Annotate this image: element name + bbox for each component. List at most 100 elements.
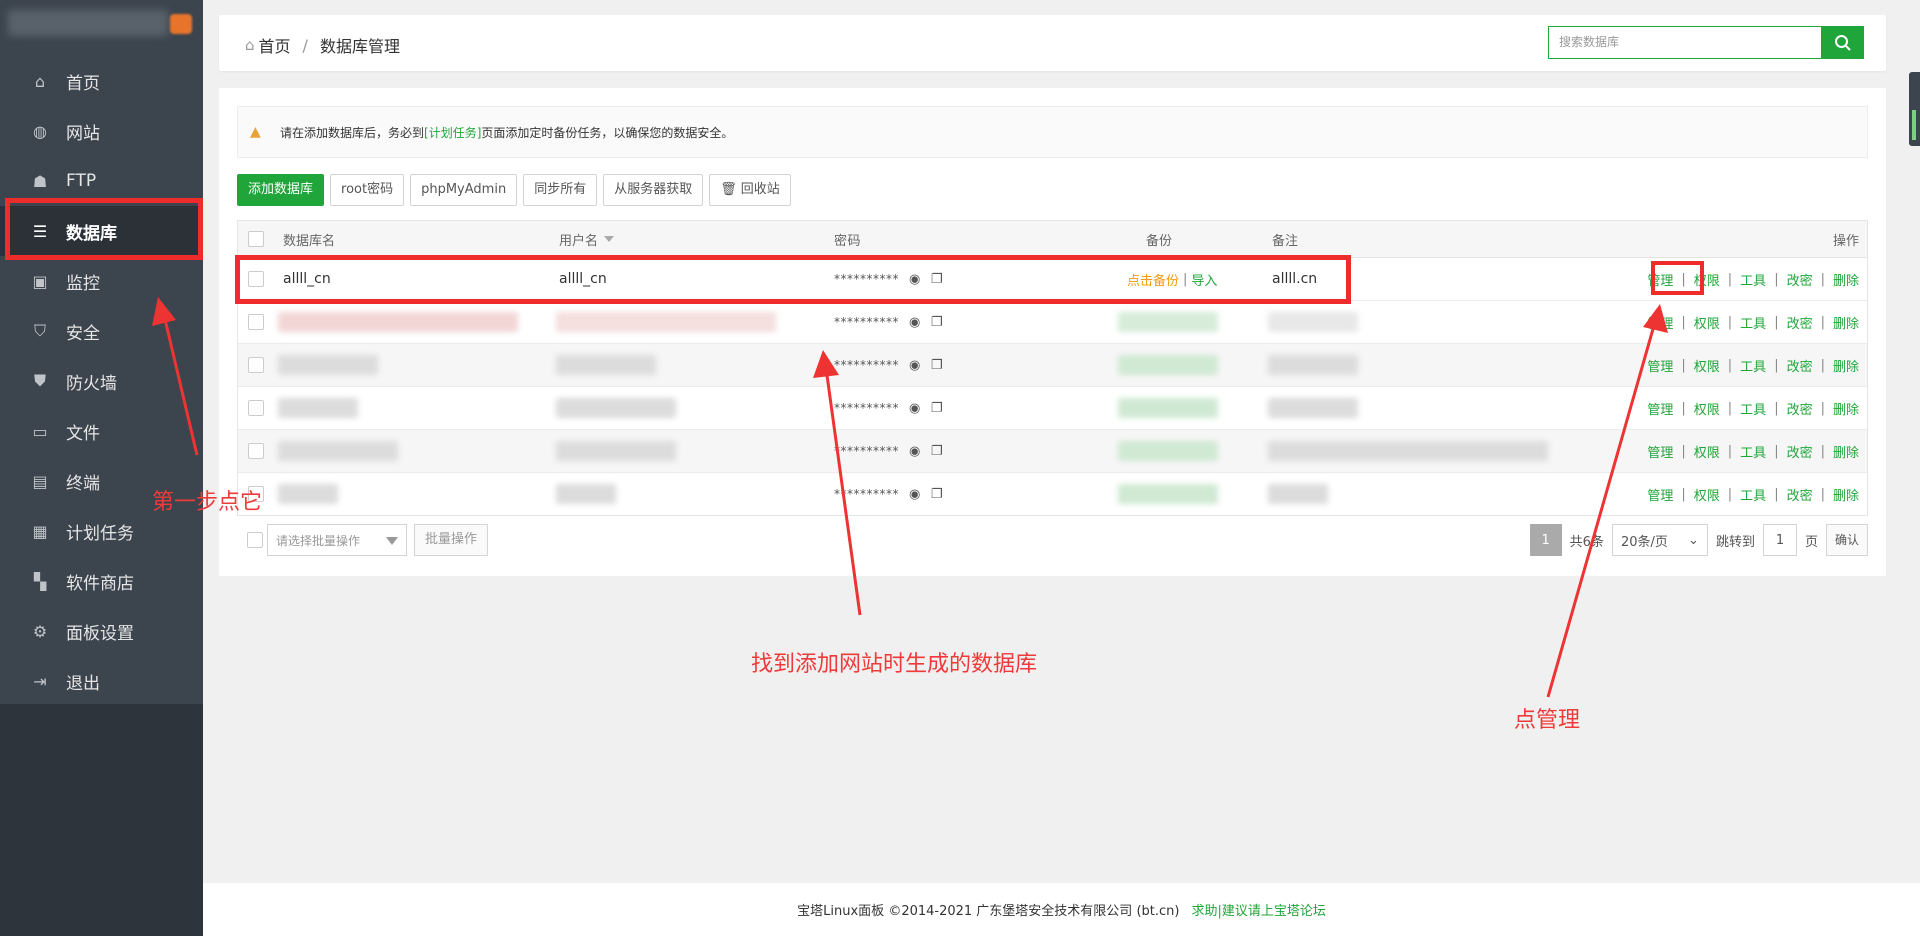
password-mask: ********** xyxy=(834,401,899,415)
col-name[interactable]: 数据库名 xyxy=(283,221,335,257)
row-checkbox[interactable] xyxy=(248,271,264,287)
tools-link[interactable]: 工具 xyxy=(1740,313,1766,332)
sidebar-item-database[interactable]: ☰ 数据库 xyxy=(0,206,203,256)
delete-link[interactable]: 删除 xyxy=(1833,399,1859,418)
import-link[interactable]: 导入 xyxy=(1191,270,1217,289)
jump-page-input[interactable]: 1 xyxy=(1762,524,1797,556)
sidebar-item-monitor[interactable]: ▣ 监控 xyxy=(0,256,203,306)
select-all-checkbox[interactable] xyxy=(248,231,264,247)
copy-icon[interactable]: ❐ xyxy=(931,272,943,287)
change-password-link[interactable]: 改密 xyxy=(1787,485,1813,504)
batch-operation-select[interactable]: 请选择批量操作 xyxy=(267,524,407,556)
chevron-down-icon: ⌄ xyxy=(1688,532,1699,548)
manage-link[interactable]: 管理 xyxy=(1647,442,1673,461)
row-checkbox[interactable] xyxy=(248,357,264,373)
delete-link[interactable]: 删除 xyxy=(1833,442,1859,461)
permission-link[interactable]: 权限 xyxy=(1694,270,1720,289)
manage-link[interactable]: 管理 xyxy=(1647,485,1673,504)
eye-icon[interactable]: ◉ xyxy=(909,444,921,459)
tools-link[interactable]: 工具 xyxy=(1740,270,1766,289)
change-password-link[interactable]: 改密 xyxy=(1787,270,1813,289)
eye-icon[interactable]: ◉ xyxy=(909,401,921,416)
change-password-link[interactable]: 改密 xyxy=(1787,399,1813,418)
tools-link[interactable]: 工具 xyxy=(1740,356,1766,375)
copy-icon[interactable]: ❐ xyxy=(931,487,943,502)
copy-icon[interactable]: ❐ xyxy=(931,444,943,459)
sidebar-item-website[interactable]: ◍ 网站 xyxy=(0,106,203,156)
eye-icon[interactable]: ◉ xyxy=(909,487,921,502)
shield-icon: ⛉ xyxy=(33,321,46,340)
home-icon[interactable]: ⌂ xyxy=(245,36,255,54)
backup-link[interactable]: 点击备份 xyxy=(1127,270,1179,289)
sidebar-item-ftp[interactable]: ☗ FTP xyxy=(0,156,203,206)
manage-link[interactable]: 管理 xyxy=(1647,399,1673,418)
sidebar-item-home[interactable]: ⌂ 首页 xyxy=(0,56,203,106)
sidebar-item-files[interactable]: ▭ 文件 xyxy=(0,406,203,456)
recycle-bin-label: 回收站 xyxy=(740,182,780,197)
copy-icon[interactable]: ❐ xyxy=(931,315,943,330)
row-checkbox[interactable] xyxy=(248,314,264,330)
add-database-button[interactable]: 添加数据库 xyxy=(237,174,325,206)
eye-icon[interactable]: ◉ xyxy=(909,272,921,287)
phpmyadmin-button[interactable]: phpMyAdmin xyxy=(410,174,518,206)
root-password-button[interactable]: root密码 xyxy=(330,174,405,206)
eye-icon[interactable]: ◉ xyxy=(909,358,921,373)
delete-link[interactable]: 删除 xyxy=(1833,485,1859,504)
forum-link[interactable]: 求助|建议请上宝塔论坛 xyxy=(1191,900,1325,919)
db-note[interactable]: allll.cn xyxy=(1272,258,1317,300)
tools-link[interactable]: 工具 xyxy=(1740,399,1766,418)
side-widget[interactable] xyxy=(1909,72,1920,146)
sidebar-item-settings[interactable]: ⚙ 面板设置 xyxy=(0,606,203,656)
sidebar-item-security[interactable]: ⛉ 安全 xyxy=(0,306,203,356)
confirm-button[interactable]: 确认 xyxy=(1825,524,1868,556)
db-password: ********** ◉ ❐ xyxy=(834,301,943,343)
permission-link[interactable]: 权限 xyxy=(1694,485,1720,504)
sidebar-item-label: 计划任务 xyxy=(66,523,134,544)
ops-separator: | xyxy=(1681,443,1686,459)
manage-link[interactable]: 管理 xyxy=(1647,356,1673,375)
table-row: ********** ◉ ❐ 管理 | 权限 | 工具 | 改密 | 删除 xyxy=(238,344,1867,387)
row-checkbox[interactable] xyxy=(248,443,264,459)
breadcrumb-home[interactable]: 首页 xyxy=(259,33,291,57)
manage-link[interactable]: 管理 xyxy=(1647,270,1673,289)
ops-separator: | xyxy=(1727,400,1733,416)
total-count: 共6条 xyxy=(1569,534,1604,550)
tools-link[interactable]: 工具 xyxy=(1740,442,1766,461)
table-row: ********** ◉ ❐ 管理 | 权限 | 工具 | 改密 | 删除 xyxy=(238,387,1867,430)
change-password-link[interactable]: 改密 xyxy=(1787,313,1813,332)
sidebar-item-store[interactable]: ▚ 软件商店 xyxy=(0,556,203,606)
select-all-bottom-checkbox[interactable] xyxy=(247,532,263,548)
page-current[interactable]: 1 xyxy=(1529,524,1562,556)
apps-icon: ▚ xyxy=(33,571,47,591)
row-checkbox[interactable] xyxy=(248,400,264,416)
copy-icon[interactable]: ❐ xyxy=(931,401,943,416)
recycle-bin-button[interactable]: 🗑 回收站 xyxy=(709,174,791,206)
col-user[interactable]: 用户名 xyxy=(559,221,615,257)
manage-link[interactable]: 管理 xyxy=(1647,313,1673,332)
fetch-from-server-button[interactable]: 从服务器获取 xyxy=(603,174,704,206)
change-password-link[interactable]: 改密 xyxy=(1787,442,1813,461)
permission-link[interactable]: 权限 xyxy=(1694,313,1720,332)
delete-link[interactable]: 删除 xyxy=(1833,270,1859,289)
search-button[interactable] xyxy=(1821,26,1864,59)
delete-link[interactable]: 删除 xyxy=(1833,356,1859,375)
tools-link[interactable]: 工具 xyxy=(1740,485,1766,504)
notice-cron-link[interactable]: [计划任务] xyxy=(424,124,481,141)
sidebar-item-logout[interactable]: ⇥ 退出 xyxy=(0,656,203,706)
eye-icon[interactable]: ◉ xyxy=(909,315,921,330)
copyright: 宝塔Linux面板 ©2014-2021 广东堡塔安全技术有限公司 (bt.cn… xyxy=(797,904,1180,919)
ops-separator: | xyxy=(1820,357,1825,373)
row-checkbox-cell xyxy=(248,387,264,429)
search-input[interactable]: 搜索数据库 xyxy=(1548,26,1826,59)
permission-link[interactable]: 权限 xyxy=(1694,399,1720,418)
permission-link[interactable]: 权限 xyxy=(1694,356,1720,375)
sidebar-item-firewall[interactable]: ⛊ 防火墙 xyxy=(0,356,203,406)
delete-link[interactable]: 删除 xyxy=(1833,313,1859,332)
batch-operation-button[interactable]: 批量操作 xyxy=(414,524,489,556)
change-password-link[interactable]: 改密 xyxy=(1787,356,1813,375)
blurred-backup xyxy=(1118,355,1218,375)
permission-link[interactable]: 权限 xyxy=(1694,442,1720,461)
copy-icon[interactable]: ❐ xyxy=(931,358,943,373)
sync-all-button[interactable]: 同步所有 xyxy=(523,174,598,206)
per-page-select[interactable]: 20条/页 ⌄ xyxy=(1611,524,1708,556)
